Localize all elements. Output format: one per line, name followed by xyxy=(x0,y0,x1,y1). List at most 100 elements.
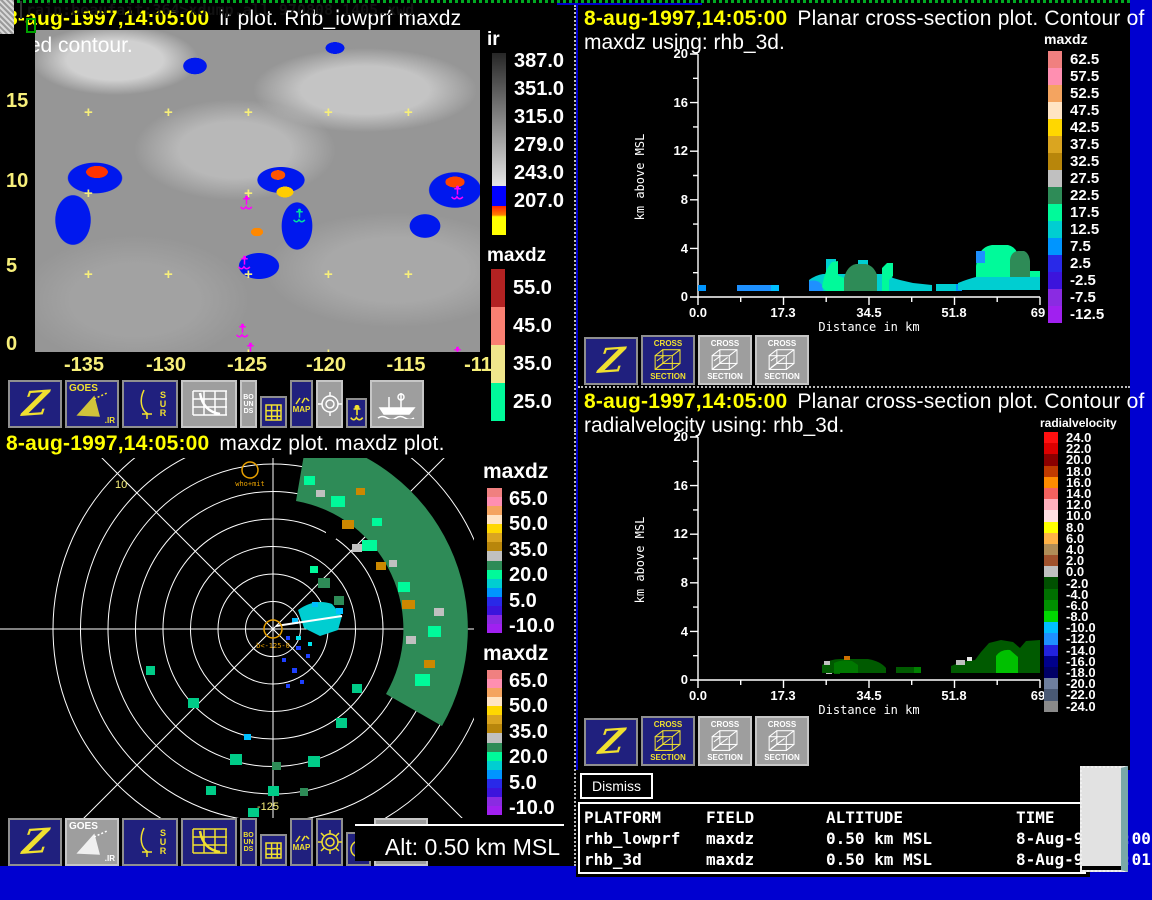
colorbar-value: 37.5 xyxy=(1070,136,1099,153)
colorbar-segment xyxy=(487,606,502,615)
colorbar-swatch xyxy=(1048,204,1062,221)
colorbar-swatch xyxy=(1048,187,1062,204)
cube-icon xyxy=(765,348,799,372)
buoy-icon xyxy=(350,405,364,421)
cross-section-button-1[interactable]: CROSS SECTION xyxy=(641,716,695,766)
zebra-menu-button[interactable]: Z xyxy=(584,337,638,385)
bounds-button[interactable]: BOUNDS xyxy=(240,380,257,428)
zebra-menu-button[interactable]: Z xyxy=(8,380,62,428)
colorbar-segment xyxy=(487,524,502,533)
svg-text:0: 0 xyxy=(681,672,688,687)
small-grid-button[interactable] xyxy=(260,834,287,866)
grid-radar-button[interactable] xyxy=(181,380,237,428)
zebra-desktop: 8-aug-1997,14:05:00ir plot. Rhb_lowprf m… xyxy=(0,0,1152,900)
goes-ir-button[interactable]: GOES .IR xyxy=(65,380,119,428)
svg-text:Distance in km: Distance in km xyxy=(818,320,919,334)
colorbar-swatch xyxy=(1044,488,1058,499)
ir-colorbar-label: ir xyxy=(487,29,500,51)
grid-plus-mark xyxy=(404,269,415,280)
ship-button[interactable] xyxy=(370,380,424,428)
section-label: SECTION xyxy=(707,753,743,762)
ir-x-tick: -135 xyxy=(64,354,104,377)
colorbar-value: -10.0 xyxy=(509,615,555,638)
target-rings-button[interactable] xyxy=(316,380,343,428)
altitude-readout: Alt: 0.50 km MSL xyxy=(355,824,564,861)
ir-label: .IR xyxy=(105,416,115,425)
bounds-button[interactable]: BOUNDS xyxy=(240,818,257,866)
colorbar-row: 17.5 xyxy=(1048,204,1104,221)
colorbar-segment xyxy=(487,561,502,570)
cross-section-button-1[interactable]: CROSS SECTION xyxy=(641,335,695,385)
grid-radar-button[interactable] xyxy=(181,818,237,866)
colorbar-value: -7.5 xyxy=(1070,289,1096,306)
ppi-radar-display[interactable]: who+mit b<-125-0 10 -125 xyxy=(0,458,474,818)
buoy-button[interactable] xyxy=(346,398,367,428)
colorbar-row: 25.0 xyxy=(491,383,552,421)
colorbar-swatch xyxy=(491,307,505,345)
grid-plus-mark xyxy=(84,269,95,280)
grid-plus-mark xyxy=(84,188,95,199)
svg-text:0.0: 0.0 xyxy=(689,688,707,703)
surface-radar-button[interactable]: SUR xyxy=(122,380,178,428)
small-grid-button[interactable] xyxy=(260,396,287,428)
goes-ir-button[interactable]: GOES .IR xyxy=(65,818,119,866)
map-button[interactable]: MAP xyxy=(290,380,313,428)
satellite-image[interactable]: filled contour. xyxy=(35,30,480,352)
target-rings-button[interactable] xyxy=(316,818,343,866)
colorbar-value: 32.5 xyxy=(1070,153,1099,170)
col-altitude: ALTITUDE xyxy=(826,807,1016,828)
surface-radar-button[interactable]: SUR xyxy=(122,818,178,866)
colorbar-value: 45.0 xyxy=(513,315,552,338)
colorbar-segment xyxy=(487,761,502,770)
colorbar-segment xyxy=(487,624,502,633)
partial-window xyxy=(1080,766,1128,872)
colorbar-segment xyxy=(487,797,502,806)
colorbar-row: 22.5 xyxy=(1048,187,1104,204)
cross-section-button-2[interactable]: CROSS SECTION xyxy=(698,716,752,766)
colorbar-value: 20.0 xyxy=(509,746,555,769)
colorbar-value: 35.0 xyxy=(513,353,552,376)
svg-text:4: 4 xyxy=(681,624,689,639)
colorbar-swatch xyxy=(1044,544,1058,555)
maxdz-cross-section-plot[interactable]: 0 4 8 12 16 20 0.0 17.3 34.5 51.8 69 Dis… xyxy=(630,47,1064,335)
radialvelocity-cross-section-plot[interactable]: 0 4 8 12 16 20 0.0 17.3 34.5 51.8 69 Dis… xyxy=(630,430,1064,718)
colorbar-swatch xyxy=(1048,68,1062,85)
map-button[interactable]: MAP xyxy=(290,818,313,866)
xs1-title-text: Planar cross-section plot. Contour of xyxy=(797,7,1144,30)
colorbar-value: 12.5 xyxy=(1070,221,1099,238)
cross-section-button-3[interactable]: CROSS SECTION xyxy=(755,335,809,385)
colorbar-value: 5.0 xyxy=(509,590,555,613)
ir-colorbar-tick: 351.0 xyxy=(514,78,564,101)
ppi-colorbar1: 65.050.035.020.05.0-10.0 xyxy=(487,488,555,638)
colorbar-swatch xyxy=(491,383,505,421)
cross-section-button-3[interactable]: CROSS SECTION xyxy=(755,716,809,766)
svg-text:8: 8 xyxy=(681,192,688,207)
colorbar-row: 35.0 xyxy=(491,345,552,383)
colorbar-segment xyxy=(487,770,502,779)
terminal-scrollbar[interactable] xyxy=(0,0,14,34)
cube-icon xyxy=(765,729,799,753)
ir-x-tick: -115 xyxy=(387,354,426,377)
colorbar-segment xyxy=(487,679,502,688)
colorbar-swatch xyxy=(1048,170,1062,187)
colorbar-value: 57.5 xyxy=(1070,68,1099,85)
colorbar-segment xyxy=(487,570,502,579)
dismiss-button[interactable]: Dismiss xyxy=(580,773,653,799)
colorbar-row: 42.5 xyxy=(1048,119,1104,136)
colorbar-swatch xyxy=(1044,477,1058,488)
svg-text:16: 16 xyxy=(674,95,688,110)
zebra-menu-button[interactable]: Z xyxy=(8,818,62,866)
ir-y-tick: 15 xyxy=(6,90,28,113)
colorbar-swatch xyxy=(1044,522,1058,533)
cross-section-button-2[interactable]: CROSS SECTION xyxy=(698,335,752,385)
svg-text:17.3: 17.3 xyxy=(770,688,795,703)
colorbar-value: 50.0 xyxy=(509,513,555,536)
radar-dish-icon xyxy=(132,387,154,421)
ir-toolbar: Z GOES .IR SUR BOUNDS MAP xyxy=(8,380,424,428)
zebra-menu-button[interactable]: Z xyxy=(584,718,638,766)
grid-plus-mark xyxy=(324,107,335,118)
colorbar-segment xyxy=(487,588,502,597)
grid-plus-mark xyxy=(244,269,255,280)
colorbar-segment xyxy=(487,779,502,788)
svg-text:20: 20 xyxy=(674,430,688,444)
